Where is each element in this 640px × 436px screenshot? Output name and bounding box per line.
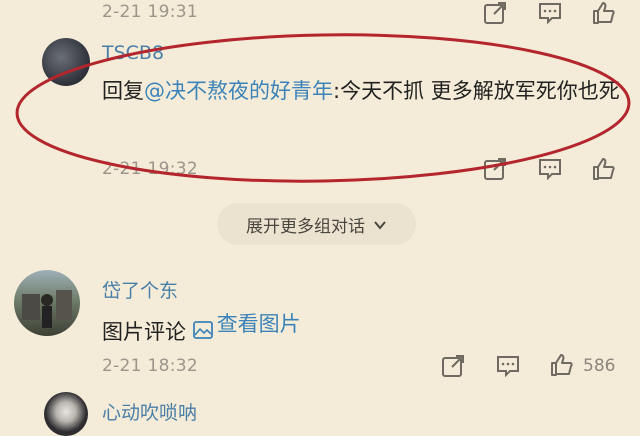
thumbs-up-icon[interactable] (549, 352, 575, 378)
view-image-label: 查看图片 (216, 312, 301, 336)
avatar[interactable] (44, 392, 88, 436)
comment-time: 2-21 18:32 (102, 356, 198, 376)
comment-icon[interactable] (495, 353, 521, 379)
view-image-link[interactable]: 查看图片 (192, 307, 301, 341)
comment-body: 图片评论 查看图片 (102, 307, 301, 349)
share-icon[interactable] (440, 353, 466, 379)
like-count: 586 (583, 356, 616, 376)
chevron-down-icon (373, 217, 387, 231)
comment-text: 图片评论 (102, 320, 186, 344)
comment-username[interactable]: 心动吹唢呐 (102, 398, 197, 425)
expand-more-label: 展开更多组对话 (246, 216, 365, 237)
avatar[interactable] (14, 270, 80, 336)
image-icon (192, 315, 213, 339)
expand-more-button[interactable]: 展开更多组对话 (217, 203, 416, 245)
comment-username[interactable]: 岱了个东 (102, 276, 178, 303)
